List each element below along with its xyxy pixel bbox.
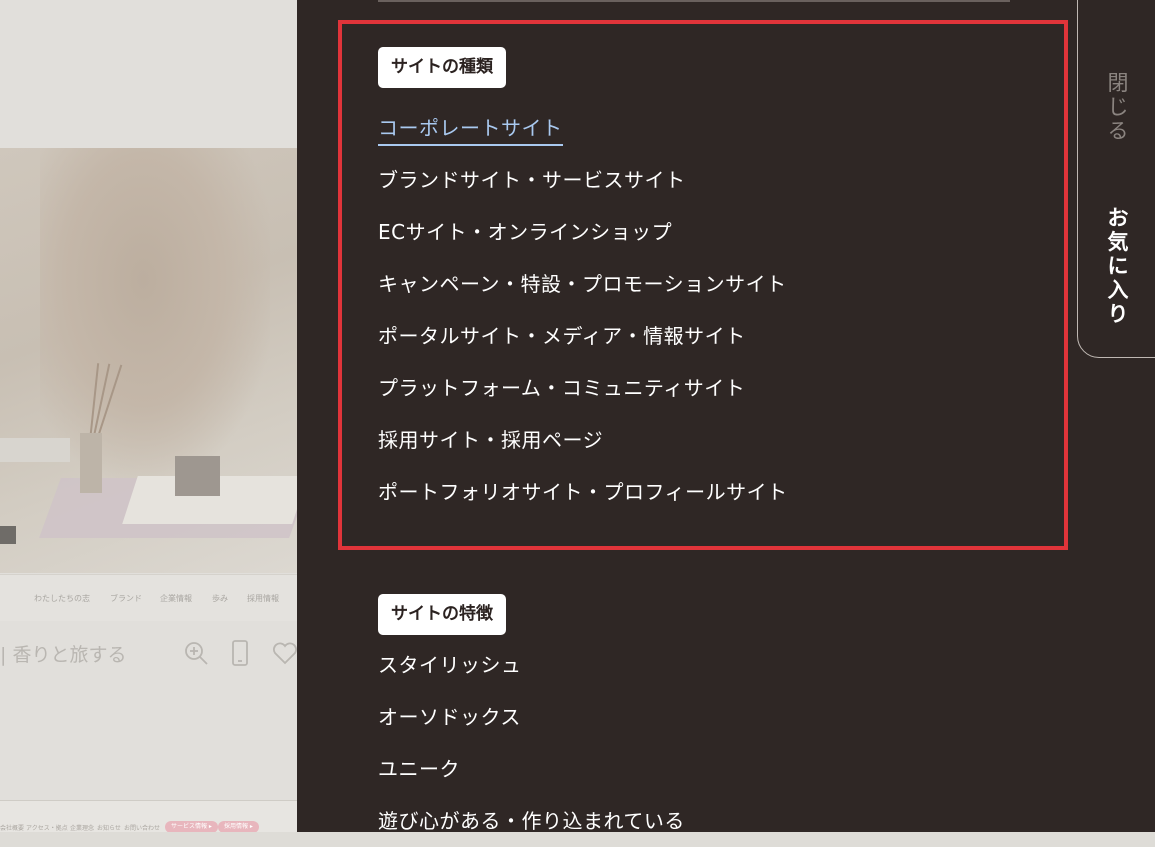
bg-nav-item: 企業情報 [160,594,192,603]
bg-footer-pill: サービス情報 ▸ [165,821,218,832]
heart-icon [273,642,297,665]
site-features-section: サイトの特徴 スタイリッシュ オーソドックス ユニーク 遊び心がある・作り込まれ… [378,594,685,847]
site-type-item[interactable]: 採用サイト・採用ページ [378,414,788,466]
bg-footer-item: 企業理念 [70,825,95,832]
favorites-button[interactable]: お 気 に 入 り [1106,206,1130,326]
site-type-item[interactable]: コーポレートサイト [378,102,788,154]
site-type-item[interactable]: ポータルサイト・メディア・情報サイト [378,310,788,362]
mobile-icon [232,640,248,666]
background-caption: | 香りと旅する [0,644,127,666]
bg-nav-item: 採用情報 [247,594,279,603]
side-tab: 閉 じ る お 気 に 入 り [1077,0,1155,358]
site-features-label: サイトの特徴 [378,594,506,635]
divider [378,0,1010,2]
hero-image [0,148,297,573]
close-button[interactable]: 閉 じ る [1106,71,1130,143]
site-types-list: コーポレートサイト ブランドサイト・サービスサイト ECサイト・オンラインショッ… [378,102,788,518]
site-type-item[interactable]: キャンペーン・特設・プロモーションサイト [378,258,788,310]
bg-footer-item: お問い合わせ [124,825,161,832]
site-type-item[interactable]: ECサイト・オンラインショップ [378,206,788,258]
background-page: わたしたちの志 ブランド 企業情報 歩み 採用情報 | 香りと旅する 会社概要 … [0,0,297,832]
site-features-list: スタイリッシュ オーソドックス ユニーク 遊び心がある・作り込まれている [378,639,685,847]
background-footer: 会社概要 アクセス・拠点 企業理念 お知らせ お問い合わせ サービス情報 ▸ 採… [0,800,297,832]
site-type-item[interactable]: ポートフォリオサイト・プロフィールサイト [378,466,788,518]
site-feature-item[interactable]: ユニーク [378,743,685,795]
zoom-in-icon [185,642,208,665]
site-feature-item[interactable]: 遊び心がある・作り込まれている [378,795,685,847]
bg-nav-item: 歩み [212,594,228,603]
bg-footer-item: 会社概要 [0,825,25,832]
site-type-item[interactable]: ブランドサイト・サービスサイト [378,154,788,206]
site-feature-item[interactable]: オーソドックス [378,691,685,743]
bg-footer-item: アクセス・拠点 [26,825,68,832]
site-feature-item[interactable]: スタイリッシュ [378,639,685,691]
site-types-section: サイトの種類 コーポレートサイト ブランドサイト・サービスサイト ECサイト・オ… [378,47,788,518]
site-type-item[interactable]: プラットフォーム・コミュニティサイト [378,362,788,414]
bg-footer-pill: 採用情報 ▸ [218,821,259,832]
bg-nav-item: わたしたちの志 [34,594,90,603]
background-nav: わたしたちの志 ブランド 企業情報 歩み 採用情報 [0,574,297,621]
site-types-label: サイトの種類 [378,47,506,88]
bg-nav-item: ブランド [110,594,142,603]
bg-footer-item: お知らせ [97,825,121,832]
